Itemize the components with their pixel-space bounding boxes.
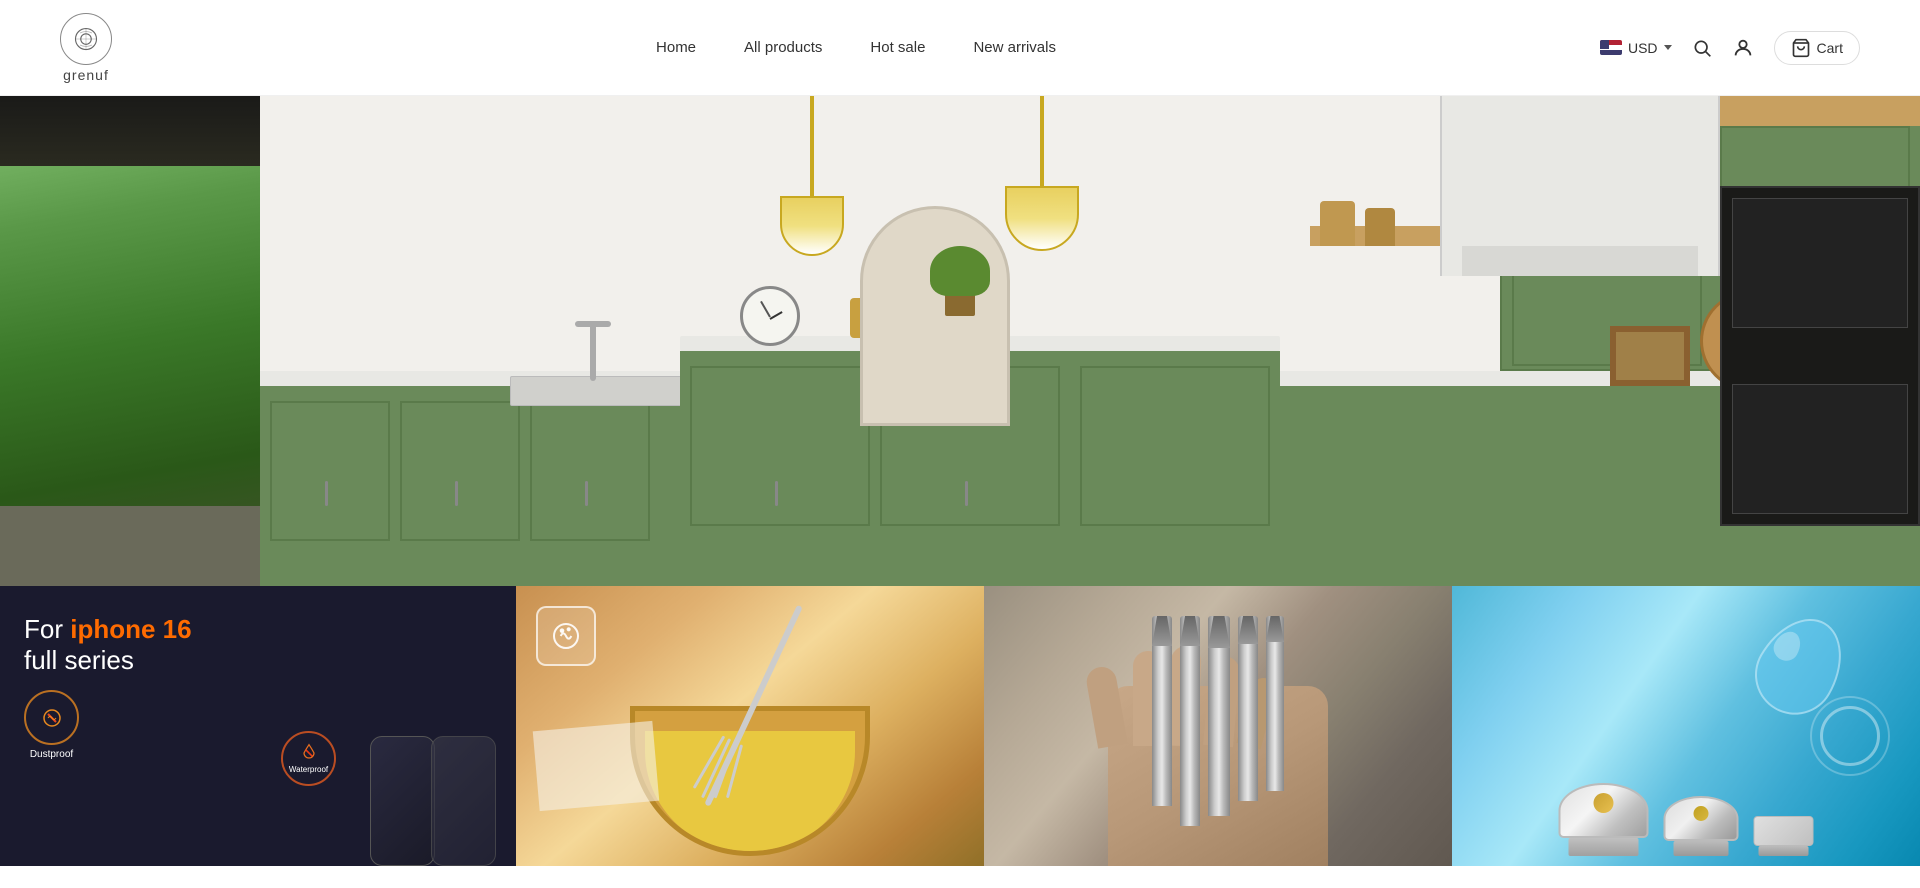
- product-iphone[interactable]: For iphone 16 full series Dustproof: [0, 586, 516, 866]
- flag-icon: [1600, 40, 1622, 55]
- waterproof-badge: Waterproof: [281, 731, 336, 786]
- splash-ring-2: [1810, 696, 1890, 776]
- waterproof-icon: [299, 743, 319, 763]
- bowl-visual: [630, 706, 870, 856]
- main-nav: Home All products Hot sale New arrivals: [656, 39, 1056, 56]
- cart-icon: [1791, 38, 1811, 58]
- user-icon: [1732, 37, 1754, 59]
- nav-hot-sale[interactable]: Hot sale: [870, 39, 925, 56]
- currency-selector[interactable]: USD: [1600, 40, 1672, 56]
- logo-icon: [71, 24, 101, 54]
- cooking-icon: [550, 620, 582, 652]
- currency-label: USD: [1628, 40, 1658, 56]
- chevron-down-icon: [1664, 45, 1672, 50]
- product-drill[interactable]: [984, 586, 1452, 866]
- plant: [940, 256, 980, 316]
- linen-cloth: [533, 721, 660, 811]
- cart-button[interactable]: Cart: [1774, 31, 1860, 65]
- brand-name: grenuf: [63, 67, 109, 83]
- logo-circle: [60, 13, 112, 65]
- wall-frame: [1610, 326, 1690, 386]
- nav-home[interactable]: Home: [656, 39, 696, 56]
- hero-section: [0, 96, 1920, 586]
- cooking-icon-badge: [536, 606, 596, 666]
- iphone-highlight: iphone 16: [70, 614, 191, 644]
- product-drain[interactable]: [1452, 586, 1920, 866]
- drain-bg: [1452, 586, 1920, 866]
- cart-label: Cart: [1817, 40, 1843, 56]
- search-button[interactable]: [1692, 38, 1712, 58]
- pendant-wire-1: [810, 96, 814, 196]
- nav-new-arrivals[interactable]: New arrivals: [973, 39, 1056, 56]
- product-grid: For iphone 16 full series Dustproof: [0, 586, 1920, 866]
- window-frame-left: [0, 96, 280, 586]
- logo[interactable]: grenuf: [60, 13, 112, 83]
- range-hood: [1440, 96, 1720, 276]
- oven: [1720, 186, 1920, 526]
- drill-bg: [984, 586, 1452, 866]
- iphone-title-1: For iphone 16: [24, 614, 492, 645]
- search-icon: [1692, 38, 1712, 58]
- iphone-visual: [370, 736, 506, 866]
- product-cooking[interactable]: [516, 586, 984, 866]
- header-right: USD Cart: [1600, 31, 1860, 65]
- dustproof-icon: [40, 706, 64, 730]
- faucet: [590, 321, 596, 381]
- pendant-wire-2: [1040, 96, 1044, 186]
- dustproof-label: Dustproof: [30, 749, 73, 760]
- drain-plugs: [1559, 783, 1814, 856]
- account-button[interactable]: [1732, 37, 1754, 59]
- dustproof-badge: Dustproof: [24, 690, 79, 760]
- waterproof-label: Waterproof: [289, 765, 328, 774]
- wall-clock: [740, 286, 800, 346]
- iphone-title-2: full series: [24, 645, 492, 676]
- drill-bits: [1152, 616, 1284, 826]
- header: grenuf Home All products Hot sale New ar…: [0, 0, 1920, 96]
- arch: [860, 206, 1010, 426]
- hero-image: [0, 96, 1920, 586]
- nav-all-products[interactable]: All products: [744, 39, 822, 56]
